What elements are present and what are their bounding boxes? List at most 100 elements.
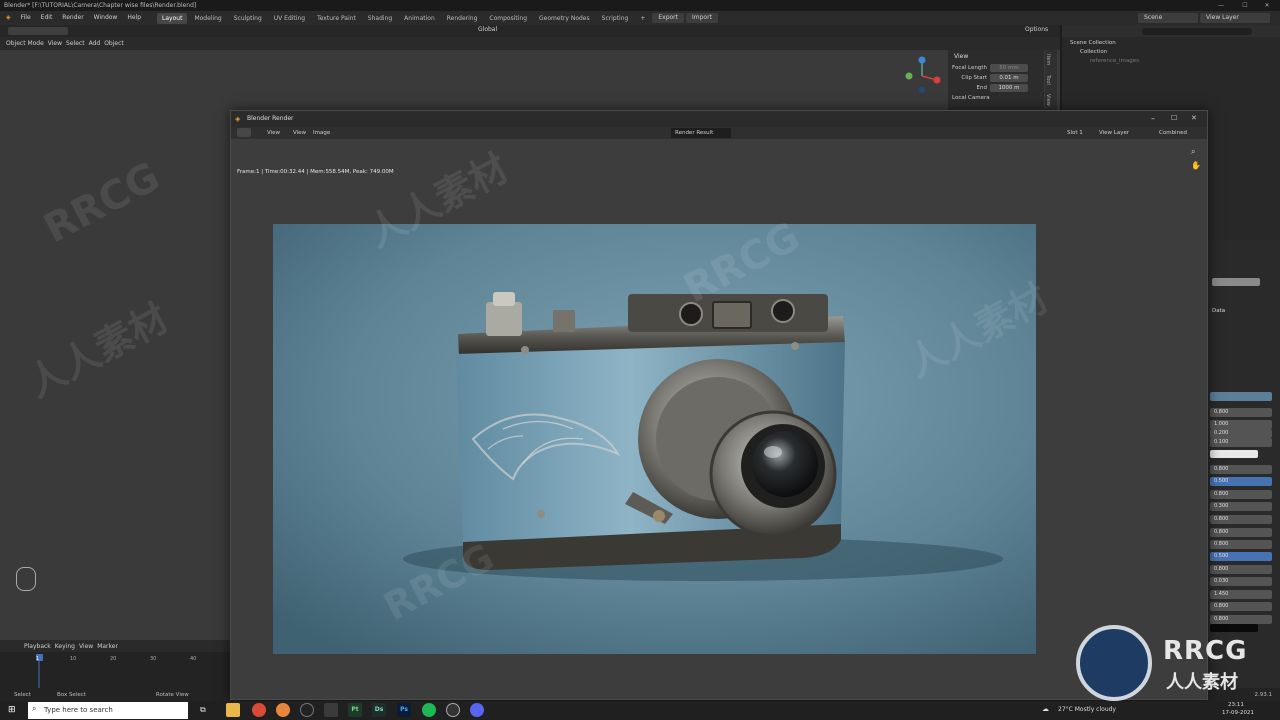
object-mode-dropdown[interactable]: Object Mode [6, 40, 44, 47]
photoshop-icon[interactable]: Ps [397, 703, 411, 717]
property-value-field[interactable]: 0.030 [1210, 577, 1272, 586]
timeline-menu-keying[interactable]: Keying [55, 643, 75, 650]
tab-scripting[interactable]: Scripting [597, 13, 634, 24]
app-icon[interactable] [324, 703, 338, 717]
menu-window[interactable]: Window [90, 11, 122, 25]
hand-pan-icon[interactable]: ✋ [1191, 161, 1201, 170]
tab-item[interactable]: Item [1045, 50, 1051, 70]
menu-render[interactable]: Render [58, 11, 87, 25]
render-result-selector[interactable]: Render Result [671, 128, 731, 138]
property-value-field[interactable]: 0.800 [1210, 565, 1272, 574]
discord-icon[interactable] [470, 703, 484, 717]
render-canvas[interactable]: Frame:1 | Time:00:32.44 | Mem:558.54M, P… [231, 139, 1207, 699]
weather-text[interactable]: 27°C Mostly cloudy [1058, 706, 1116, 713]
taskbar-search-input[interactable]: Type here to search [28, 702, 188, 719]
view-layer-selector[interactable]: View Layer [1200, 13, 1270, 23]
outliner-search-input[interactable] [1142, 28, 1252, 35]
property-value-field[interactable]: 0.100 [1210, 438, 1272, 447]
property-value-field[interactable]: 0.800 [1210, 408, 1272, 417]
white-color-swatch[interactable] [1210, 450, 1258, 458]
painter-icon[interactable]: Pt [348, 703, 362, 717]
import-button[interactable]: Import [686, 13, 718, 23]
property-value-field[interactable]: 0.800 [1210, 465, 1272, 474]
select-mode-buttons[interactable] [8, 27, 68, 35]
data-label[interactable]: Data [1212, 308, 1225, 314]
timeline-ruler[interactable]: 1 10 20 30 40 [0, 654, 232, 688]
timeline-menu-playback[interactable]: Playback [24, 643, 51, 650]
view-section-header[interactable]: View [948, 50, 1044, 63]
menu-file[interactable]: File [17, 11, 35, 25]
tab-uv-editing[interactable]: UV Editing [269, 13, 310, 24]
outliner-scene-collection[interactable]: Scene Collection [1062, 39, 1280, 48]
chrome-icon[interactable] [252, 703, 266, 717]
property-value-field[interactable]: 0.500 [1210, 477, 1272, 486]
render-menu-view-2[interactable]: View [293, 127, 306, 139]
navigation-gizmo[interactable] [902, 56, 942, 96]
render-menu-image[interactable]: Image [313, 127, 330, 139]
tab-compositing[interactable]: Compositing [484, 13, 532, 24]
menu-help[interactable]: Help [123, 11, 145, 25]
close-button[interactable]: ✕ [1256, 0, 1278, 11]
clip-start-field[interactable]: 0.01 m [990, 74, 1028, 82]
task-view-icon[interactable]: ⧉ [200, 705, 206, 715]
property-value-field[interactable]: 0.500 [1210, 552, 1272, 561]
property-value-field[interactable]: 0.800 [1210, 490, 1272, 499]
outliner-reference-images[interactable]: reference_images [1062, 57, 1280, 66]
designer-icon[interactable]: Ds [372, 703, 386, 717]
scene-selector[interactable]: Scene [1138, 13, 1198, 23]
tab-modeling[interactable]: Modeling [189, 13, 226, 24]
focal-length-field[interactable]: 50 mm [990, 64, 1028, 72]
maximize-button[interactable]: ☐ [1234, 0, 1256, 11]
transform-orientation[interactable]: Global [478, 26, 497, 33]
spotify-icon[interactable] [422, 703, 436, 717]
property-value-field[interactable]: 0.800 [1210, 602, 1272, 611]
options-dropdown[interactable]: Options [1025, 26, 1048, 33]
zoom-icon[interactable]: ⌕ [1191, 147, 1195, 157]
export-button[interactable]: Export [652, 13, 684, 23]
viewport-menu-select[interactable]: Select [66, 40, 85, 47]
tab-layout[interactable]: Layout [157, 12, 188, 24]
editor-type-icon[interactable] [237, 128, 251, 137]
menu-edit[interactable]: Edit [37, 11, 57, 25]
minimize-button[interactable]: — [1210, 0, 1232, 11]
tab-texture-paint[interactable]: Texture Paint [312, 13, 361, 24]
render-minimize-button[interactable]: – [1151, 114, 1155, 123]
timeline-menu-view[interactable]: View [79, 643, 93, 650]
tab-rendering[interactable]: Rendering [442, 13, 483, 24]
property-value-field[interactable]: 1.000 [1210, 420, 1272, 429]
viewport-menu-add[interactable]: Add [89, 40, 101, 47]
blender-logo-icon[interactable]: ◈ [2, 11, 15, 25]
property-value-field[interactable]: 0.800 [1210, 540, 1272, 549]
property-value-field[interactable]: 0.800 [1210, 528, 1272, 537]
render-maximize-button[interactable]: ☐ [1171, 114, 1177, 122]
windows-start-icon[interactable]: ⊞ [8, 705, 16, 715]
tab-geometry-nodes[interactable]: Geometry Nodes [534, 13, 595, 24]
clock-date[interactable]: 17-09-2021 [1222, 710, 1254, 716]
obs-icon[interactable] [446, 703, 460, 717]
property-value-field[interactable]: 0.300 [1210, 502, 1272, 511]
blender-task-icon[interactable] [276, 703, 290, 717]
file-explorer-icon[interactable] [226, 703, 240, 717]
properties-name-field[interactable] [1212, 278, 1260, 286]
render-close-button[interactable]: ✕ [1191, 114, 1197, 122]
black-color-swatch[interactable] [1210, 624, 1258, 632]
tab-animation[interactable]: Animation [399, 13, 440, 24]
property-value-field[interactable]: 0.800 [1210, 515, 1272, 524]
tab-view[interactable]: View [1045, 90, 1051, 110]
render-menu-view-1[interactable]: View [267, 127, 280, 139]
clock-time[interactable]: 23:11 [1228, 702, 1244, 708]
pass-dropdown[interactable]: Combined [1159, 127, 1187, 139]
viewport-menu-view[interactable]: View [48, 40, 62, 47]
timeline-menu-marker[interactable]: Marker [97, 643, 118, 650]
add-workspace-icon[interactable]: + [635, 13, 650, 24]
outliner-collection[interactable]: Collection [1062, 48, 1280, 57]
slot-selector[interactable]: Slot 1 [1067, 127, 1083, 139]
tab-tool[interactable]: Tool [1045, 70, 1051, 90]
viewport-menu-object[interactable]: Object [104, 40, 124, 47]
property-value-field[interactable]: 1.450 [1210, 590, 1272, 599]
property-value-field[interactable]: 0.200 [1210, 429, 1272, 438]
tab-shading[interactable]: Shading [363, 13, 397, 24]
view-layer-dropdown[interactable]: View Layer [1099, 127, 1129, 139]
base-color-swatch[interactable] [1210, 392, 1272, 401]
tab-sculpting[interactable]: Sculpting [229, 13, 267, 24]
